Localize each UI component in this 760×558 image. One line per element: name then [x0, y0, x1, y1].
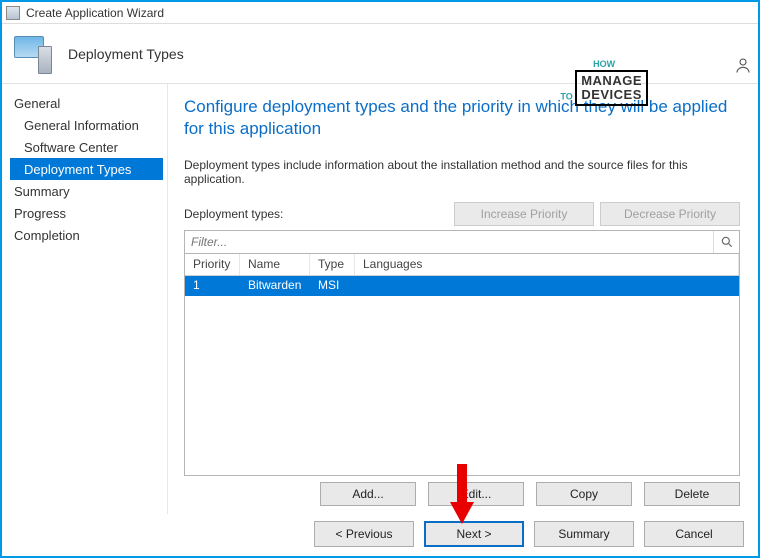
edit-button[interactable]: Edit...	[428, 482, 524, 506]
deployment-types-label: Deployment types:	[184, 207, 448, 221]
watermark-box: MANAGE DEVICES	[575, 70, 648, 107]
cell-name: Bitwarden	[240, 276, 310, 296]
increase-priority-button: Increase Priority	[454, 202, 594, 226]
wizard-sidebar: General General Information Software Cen…	[2, 84, 167, 514]
summary-button[interactable]: Summary	[534, 521, 634, 547]
search-icon[interactable]	[713, 231, 739, 253]
titlebar: Create Application Wizard	[2, 2, 758, 24]
filter-row	[184, 230, 740, 254]
sidebar-item-completion[interactable]: Completion	[10, 224, 167, 246]
sidebar-item-progress[interactable]: Progress	[10, 202, 167, 224]
table-header: Priority Name Type Languages	[185, 254, 739, 276]
col-name[interactable]: Name	[240, 254, 310, 275]
wizard-header: Deployment Types HOWTO MANAGE DEVICES	[2, 24, 758, 84]
watermark: HOWTO MANAGE DEVICES	[560, 60, 648, 106]
previous-button[interactable]: < Previous	[314, 521, 414, 547]
col-priority[interactable]: Priority	[185, 254, 240, 275]
cell-languages	[355, 276, 739, 296]
delete-button[interactable]: Delete	[644, 482, 740, 506]
person-icon	[734, 56, 752, 77]
window-title: Create Application Wizard	[26, 6, 164, 20]
deployment-types-icon	[12, 34, 52, 74]
next-button[interactable]: Next >	[424, 521, 524, 547]
cell-priority: 1	[185, 276, 240, 296]
content-heading: Configure deployment types and the prior…	[184, 96, 740, 140]
copy-button[interactable]: Copy	[536, 482, 632, 506]
col-type[interactable]: Type	[310, 254, 355, 275]
deployment-types-table[interactable]: Priority Name Type Languages 1 Bitwarden…	[184, 254, 740, 476]
table-row[interactable]: 1 Bitwarden MSI	[185, 276, 739, 296]
page-title: Deployment Types	[68, 46, 184, 62]
decrease-priority-button: Decrease Priority	[600, 202, 740, 226]
wizard-content: Configure deployment types and the prior…	[167, 84, 758, 514]
cancel-button[interactable]: Cancel	[644, 521, 744, 547]
wizard-footer: < Previous Next > Summary Cancel	[314, 516, 744, 552]
system-icon	[6, 6, 20, 20]
filter-input[interactable]	[185, 231, 713, 253]
cell-type: MSI	[310, 276, 355, 296]
col-languages[interactable]: Languages	[355, 254, 739, 275]
add-button[interactable]: Add...	[320, 482, 416, 506]
sidebar-item-software-center[interactable]: Software Center	[10, 136, 167, 158]
sidebar-item-summary[interactable]: Summary	[10, 180, 167, 202]
sidebar-item-general-information[interactable]: General Information	[10, 114, 167, 136]
sidebar-item-deployment-types[interactable]: Deployment Types	[10, 158, 163, 180]
sidebar-item-general[interactable]: General	[10, 92, 167, 114]
content-description: Deployment types include information abo…	[184, 158, 740, 186]
